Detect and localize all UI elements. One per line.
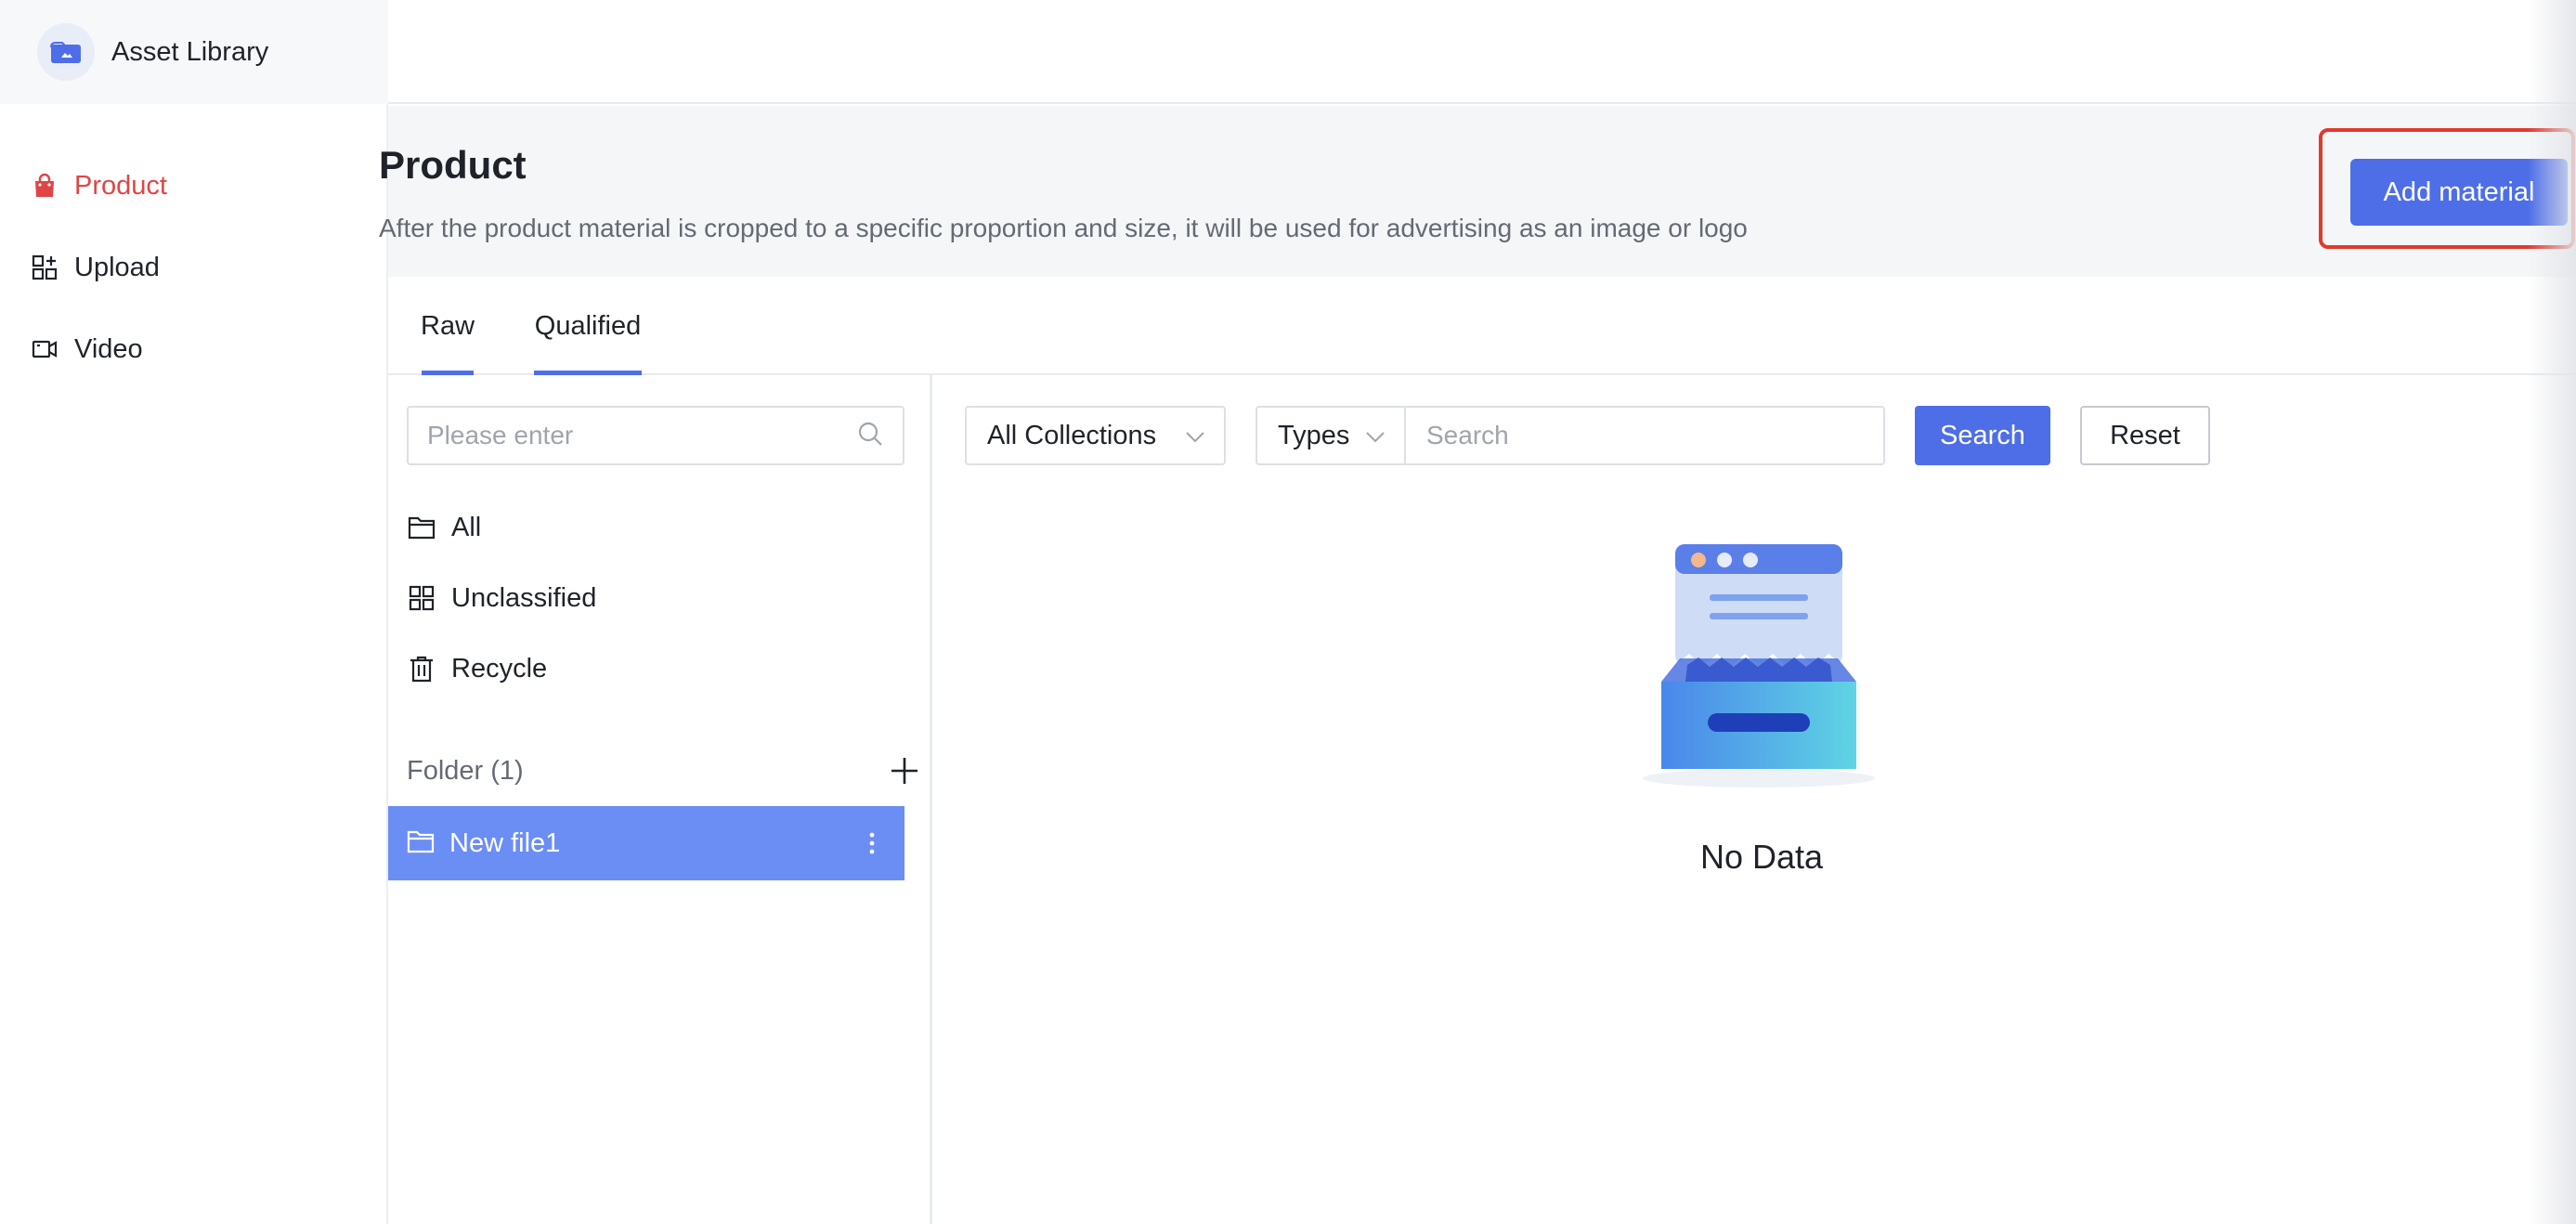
- video-icon: [30, 334, 59, 364]
- sidebar-item-label: Upload: [74, 252, 160, 282]
- folder-item-new-file1[interactable]: New file1: [388, 806, 904, 880]
- sidebar-item-upload[interactable]: Upload: [0, 227, 388, 308]
- window-edge-shadow: [2528, 0, 2576, 1224]
- asset-library-app: Asset Library Product Upload Video Produ…: [0, 0, 2576, 1224]
- app-title: Asset Library: [111, 36, 269, 67]
- chevron-down-icon: [1365, 421, 1386, 451]
- tab-raw[interactable]: Raw: [421, 277, 475, 375]
- trash-icon: [407, 654, 436, 684]
- tab-label: Qualified: [534, 310, 642, 341]
- folder-search-box: [407, 406, 904, 465]
- sidebar-item-label: Video: [74, 333, 143, 364]
- asset-search-input[interactable]: [1406, 408, 1883, 463]
- tab-label: Raw: [421, 310, 475, 341]
- folder-icon: [407, 513, 436, 542]
- folder-panel: All Unclassified Recycle Folder (1): [388, 375, 932, 1224]
- category-label: Unclassified: [451, 582, 597, 613]
- asset-content: All Collections Types Search Reset: [935, 375, 2576, 1224]
- folder-search-input[interactable]: [427, 421, 856, 450]
- reset-button[interactable]: Reset: [2080, 406, 2210, 465]
- search-button[interactable]: Search: [1915, 406, 2050, 465]
- app-sidebar: Asset Library Product Upload Video: [0, 0, 388, 1224]
- sidebar-item-video[interactable]: Video: [0, 308, 388, 390]
- category-label: Recycle: [451, 653, 548, 684]
- folder-section-header: Folder (1): [407, 743, 923, 799]
- folder-count-label: Folder (1): [407, 755, 524, 786]
- collections-dropdown[interactable]: All Collections: [965, 406, 1226, 465]
- grid-icon: [407, 583, 436, 613]
- empty-box-illustration: [1643, 544, 1875, 788]
- sidebar-nav: Product Upload Video: [0, 145, 388, 390]
- page-description: After the product material is cropped to…: [379, 214, 1748, 242]
- types-search-group: Types: [1255, 406, 1885, 465]
- category-unclassified[interactable]: Unclassified: [407, 570, 904, 626]
- category-label: All: [451, 512, 482, 542]
- collections-value: All Collections: [987, 420, 1157, 450]
- page-header: Product After the product material is cr…: [379, 106, 2576, 277]
- sidebar-item-label: Product: [74, 170, 167, 201]
- search-icon[interactable]: [856, 420, 884, 452]
- no-data-text: No Data: [1699, 838, 1824, 876]
- folder-item-label: New file1: [449, 827, 561, 858]
- brand-header: Asset Library: [0, 0, 388, 104]
- add-folder-plus-icon[interactable]: [886, 752, 923, 789]
- types-value: Types: [1278, 420, 1350, 450]
- page-title: Product: [379, 143, 527, 187]
- more-options-icon[interactable]: [858, 825, 886, 862]
- category-recycle[interactable]: Recycle: [407, 641, 904, 697]
- top-bar: [388, 0, 2576, 104]
- tab-bar: Raw Qualified: [388, 277, 2576, 375]
- asset-library-logo-icon: [37, 23, 95, 81]
- category-all[interactable]: All: [407, 500, 904, 555]
- types-dropdown[interactable]: Types: [1257, 408, 1406, 463]
- shopping-bag-icon: [30, 171, 59, 201]
- sidebar-item-product[interactable]: Product: [0, 145, 388, 227]
- upload-grid-icon: [30, 253, 59, 282]
- tab-qualified[interactable]: Qualified: [534, 277, 642, 375]
- folder-icon: [407, 828, 435, 859]
- chevron-down-icon: [1185, 421, 1205, 451]
